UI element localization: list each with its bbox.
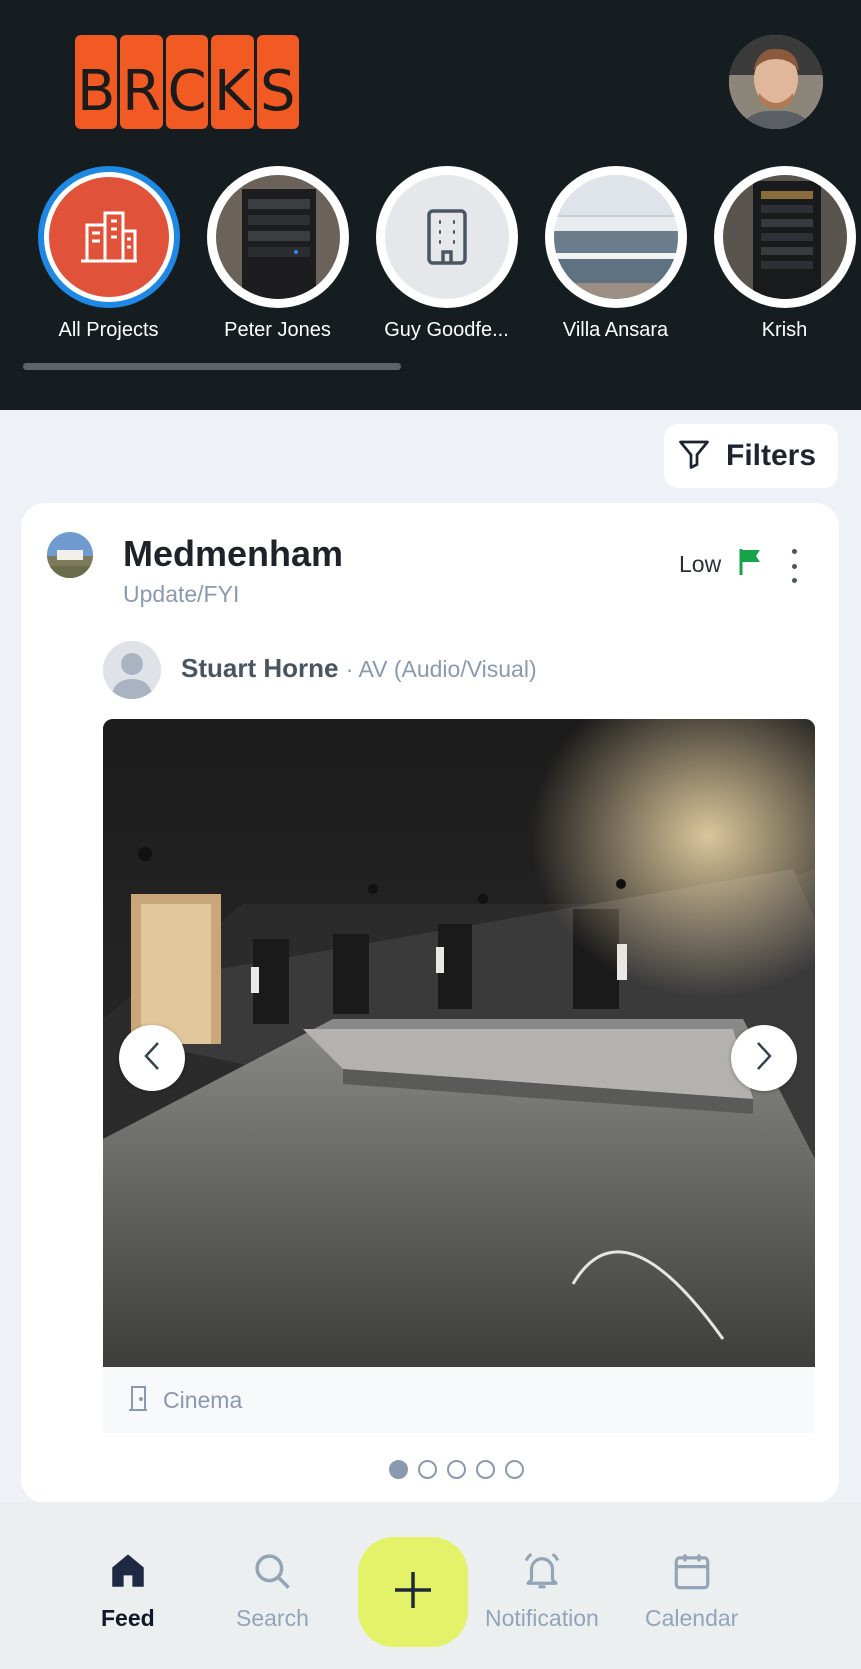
- project-story-label: Guy Goodfe...: [384, 319, 509, 341]
- location-label: Cinema: [163, 1386, 243, 1413]
- project-story-label: Peter Jones: [224, 319, 331, 341]
- more-options-icon[interactable]: [786, 549, 802, 583]
- tab-notification[interactable]: Notification: [485, 1550, 599, 1632]
- carousel-prev-button[interactable]: [119, 1025, 185, 1091]
- author-line: Stuart Horne · AV (Audio/Visual): [181, 653, 537, 684]
- filters-button[interactable]: Filters: [664, 424, 838, 488]
- app-header: B R C K S All Projects Peter Jones Guy G…: [0, 0, 861, 410]
- project-photo: [553, 175, 678, 299]
- chevron-right-icon: [752, 1040, 776, 1077]
- author-avatar[interactable]: [103, 641, 161, 699]
- priority-label: Low: [679, 551, 722, 577]
- plus-icon: [391, 1568, 435, 1617]
- tab-label: Search: [236, 1605, 309, 1631]
- project-story-label: Villa Ansara: [562, 319, 669, 341]
- post-photo[interactable]: [103, 719, 815, 1367]
- project-stories: All Projects Peter Jones Guy Goodfe... V…: [36, 166, 861, 346]
- door-icon: [125, 1384, 151, 1417]
- brcks-logo[interactable]: B R C K S: [75, 35, 300, 129]
- project-story-all[interactable]: All Projects: [36, 166, 181, 342]
- tab-search[interactable]: Search: [236, 1550, 309, 1632]
- create-post-button[interactable]: [358, 1537, 468, 1647]
- building-icon: [384, 175, 509, 299]
- logo-letter: K: [211, 35, 254, 129]
- search-icon: [251, 1554, 293, 1596]
- project-story-label: Krish: [761, 319, 808, 341]
- tab-calendar[interactable]: Calendar: [645, 1550, 738, 1632]
- tab-label: Calendar: [645, 1605, 739, 1631]
- bell-icon: [521, 1552, 563, 1596]
- project-story-label: All Projects: [58, 319, 159, 341]
- project-story-guy-goodfellow[interactable]: Guy Goodfe...: [374, 166, 519, 342]
- tab-label: Notification: [485, 1605, 599, 1631]
- project-story-krish[interactable]: Krish: [712, 166, 857, 342]
- carousel-dot[interactable]: [389, 1460, 408, 1479]
- tab-feed[interactable]: Feed: [101, 1550, 155, 1632]
- carousel-next-button[interactable]: [731, 1025, 797, 1091]
- carousel-dot[interactable]: [505, 1460, 524, 1479]
- carousel-dot[interactable]: [476, 1460, 495, 1479]
- home-icon: [107, 1554, 149, 1596]
- tab-label: Feed: [101, 1605, 155, 1631]
- project-title[interactable]: Medmenham: [123, 533, 343, 575]
- flag-icon: [737, 547, 763, 582]
- author-name[interactable]: Stuart Horne: [181, 653, 338, 683]
- profile-avatar[interactable]: [729, 35, 823, 129]
- post-type: Update/FYI: [123, 581, 240, 607]
- project-photo: [722, 175, 847, 299]
- project-avatar[interactable]: [47, 532, 93, 578]
- project-photo: [215, 175, 340, 299]
- project-story-peter-jones[interactable]: Peter Jones: [205, 166, 350, 342]
- chevron-left-icon: [140, 1040, 164, 1077]
- bottom-navigation: Feed Search Notification Calendar: [0, 1502, 861, 1669]
- project-story-villa-ansara[interactable]: Villa Ansara: [543, 166, 688, 342]
- logo-letter: B: [75, 35, 118, 129]
- logo-letter: S: [256, 35, 300, 129]
- filters-label: Filters: [726, 439, 817, 472]
- carousel-pagination: [389, 1460, 524, 1479]
- funnel-icon: [676, 436, 712, 477]
- post-location[interactable]: Cinema: [103, 1367, 815, 1433]
- author-role: · AV (Audio/Visual): [345, 656, 537, 682]
- carousel-dot[interactable]: [418, 1460, 437, 1479]
- stories-scrollbar[interactable]: [23, 363, 401, 370]
- logo-letter: R: [120, 35, 163, 129]
- carousel-dot[interactable]: [447, 1460, 466, 1479]
- calendar-icon: [671, 1554, 713, 1596]
- buildings-icon: [43, 172, 174, 302]
- feed-post-card: Medmenham Update/FYI Low Stuart Horne · …: [21, 503, 839, 1503]
- logo-letter: C: [165, 35, 209, 129]
